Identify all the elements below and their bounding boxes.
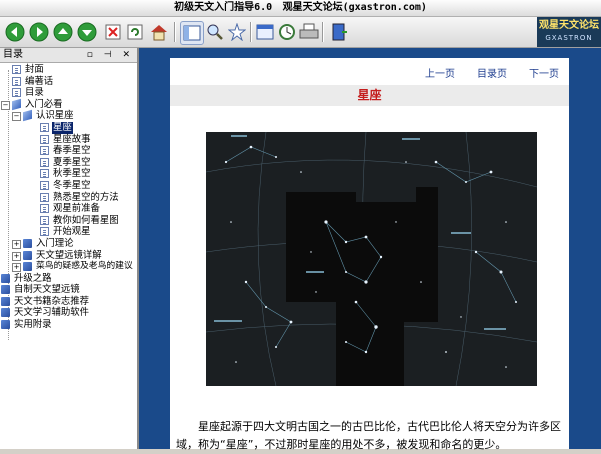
book-icon <box>23 238 32 248</box>
page-icon <box>40 134 49 144</box>
refresh-icon[interactable] <box>124 21 146 43</box>
search-icon[interactable] <box>204 21 226 43</box>
logo: 观星天文论坛 GXASTRON <box>537 17 601 47</box>
page-icon <box>40 157 49 167</box>
toc-page-link[interactable]: 目录页 <box>477 69 507 80</box>
toc-node[interactable]: 冬季星空 <box>0 180 136 192</box>
prev-page-link[interactable]: 上一页 <box>425 69 455 80</box>
toc-node[interactable]: 目录 <box>0 87 136 99</box>
favorites-icon[interactable] <box>226 21 248 43</box>
exit-icon[interactable] <box>328 21 350 43</box>
page-icon <box>40 180 49 190</box>
toc-node[interactable]: 实用附录 <box>0 319 136 331</box>
history-icon[interactable] <box>276 21 298 43</box>
window-title: 初级天文入门指导6.0 观星天文论坛(gxastron.com) <box>0 0 601 17</box>
toc-node[interactable]: − 入门必看 <box>0 98 136 111</box>
toc-node[interactable]: − 认识星座 <box>0 110 136 122</box>
book-icon <box>1 320 10 330</box>
logo-text: 观星天文论坛 <box>539 20 599 31</box>
toc-node[interactable]: 封面 <box>0 64 136 76</box>
home-icon[interactable] <box>148 21 170 43</box>
expand-icon[interactable]: + <box>12 239 21 249</box>
site-url: (gxastron.com) <box>342 2 427 13</box>
book-icon <box>1 273 10 283</box>
book-icon <box>1 308 10 318</box>
sidebar-header: 目录 ▫ ⊣ ✕ <box>0 48 137 63</box>
options-icon[interactable] <box>254 21 276 43</box>
toc-node[interactable]: 星座故事 <box>0 134 136 146</box>
toc-node[interactable]: 夏季星空 <box>0 157 136 169</box>
down-icon[interactable] <box>76 21 98 43</box>
toc-node[interactable]: 天文书籍杂志推荐 <box>0 296 136 308</box>
page-icon <box>40 204 49 214</box>
page-icon <box>40 122 49 132</box>
logo-subtext: GXASTRON <box>545 34 593 42</box>
expand-icon[interactable]: + <box>12 263 21 273</box>
toc-node[interactable]: 熟悉星空的方法 <box>0 192 136 204</box>
collapse-icon[interactable]: − <box>12 112 21 122</box>
stop-icon[interactable] <box>102 21 124 43</box>
page-icon <box>12 65 21 74</box>
toc-selected-label: 星座 <box>52 121 73 134</box>
collapse-icon[interactable]: − <box>1 100 10 110</box>
toc-node[interactable]: 教你如何看星图 <box>0 215 136 227</box>
toc-node[interactable]: + 菜鸟的疑惑及老鸟的建议 <box>0 261 136 273</box>
toc-node[interactable]: + 天文望远镜详解 <box>0 250 136 262</box>
toc-node[interactable]: 编著话 <box>0 76 136 88</box>
page-icon <box>40 169 49 179</box>
up-icon[interactable] <box>52 21 74 43</box>
toc-node[interactable]: + 入门理论 <box>0 238 136 250</box>
book-icon <box>1 296 10 306</box>
book-icon <box>23 250 32 260</box>
content-pane: 上一页 目录页 下一页 星座 星座起源于四大文明古国之一的古巴比伦，古代巴比伦人… <box>139 48 601 451</box>
star-map-image <box>205 131 538 387</box>
sidebar-window-buttons[interactable]: ▫ ⊣ ✕ <box>87 48 134 62</box>
toc-node[interactable]: 开始观星 <box>0 226 136 238</box>
toc-node[interactable]: 天文学习辅助软件 <box>0 307 136 319</box>
toc-tree: 封面 编著话 目录 − 入门必看 − 认识星座 星座 星座故事 春季星空 夏季星空 … <box>0 64 136 340</box>
app-title: 初级天文入门指导6.0 <box>174 2 273 13</box>
page-icon <box>40 146 49 156</box>
site-title: 观星天文论坛 <box>282 2 343 13</box>
toc-node[interactable]: 自制天文望远镜 <box>0 284 136 296</box>
book-icon <box>1 285 10 295</box>
sidebar-title: 目录 <box>3 49 23 60</box>
page-icon <box>12 88 21 98</box>
page-nav: 上一页 目录页 下一页 <box>403 65 559 80</box>
open-book-icon <box>23 110 32 122</box>
page-icon <box>40 192 49 202</box>
page-icon <box>12 76 21 86</box>
page-icon <box>40 227 49 237</box>
toolbar: 观星天文论坛 GXASTRON <box>0 17 601 48</box>
page-heading: 星座 <box>170 85 569 106</box>
toc-node[interactable]: 春季星空 <box>0 145 136 157</box>
toc-node[interactable]: 秋季星空 <box>0 168 136 180</box>
toggle-panel-icon[interactable] <box>180 21 204 45</box>
next-page-link[interactable]: 下一页 <box>529 69 559 80</box>
print-icon[interactable] <box>298 21 320 43</box>
toc-node[interactable]: 观星前准备 <box>0 203 136 215</box>
toc-node[interactable]: 星座 <box>0 121 136 134</box>
sidebar: 目录 ▫ ⊣ ✕ 封面 编著话 目录 − 入门必看 − 认识星座 星座 星座故事 春… <box>0 48 139 449</box>
book-icon <box>23 262 32 272</box>
back-icon[interactable] <box>4 21 26 43</box>
content-page: 上一页 目录页 下一页 星座 星座起源于四大文明古国之一的古巴比伦，古代巴比伦人… <box>170 58 569 451</box>
expand-icon[interactable]: + <box>12 251 21 261</box>
forward-icon[interactable] <box>28 21 50 43</box>
open-book-icon <box>12 98 21 110</box>
toc-node[interactable]: 升级之路 <box>0 273 136 285</box>
page-icon <box>40 215 49 225</box>
